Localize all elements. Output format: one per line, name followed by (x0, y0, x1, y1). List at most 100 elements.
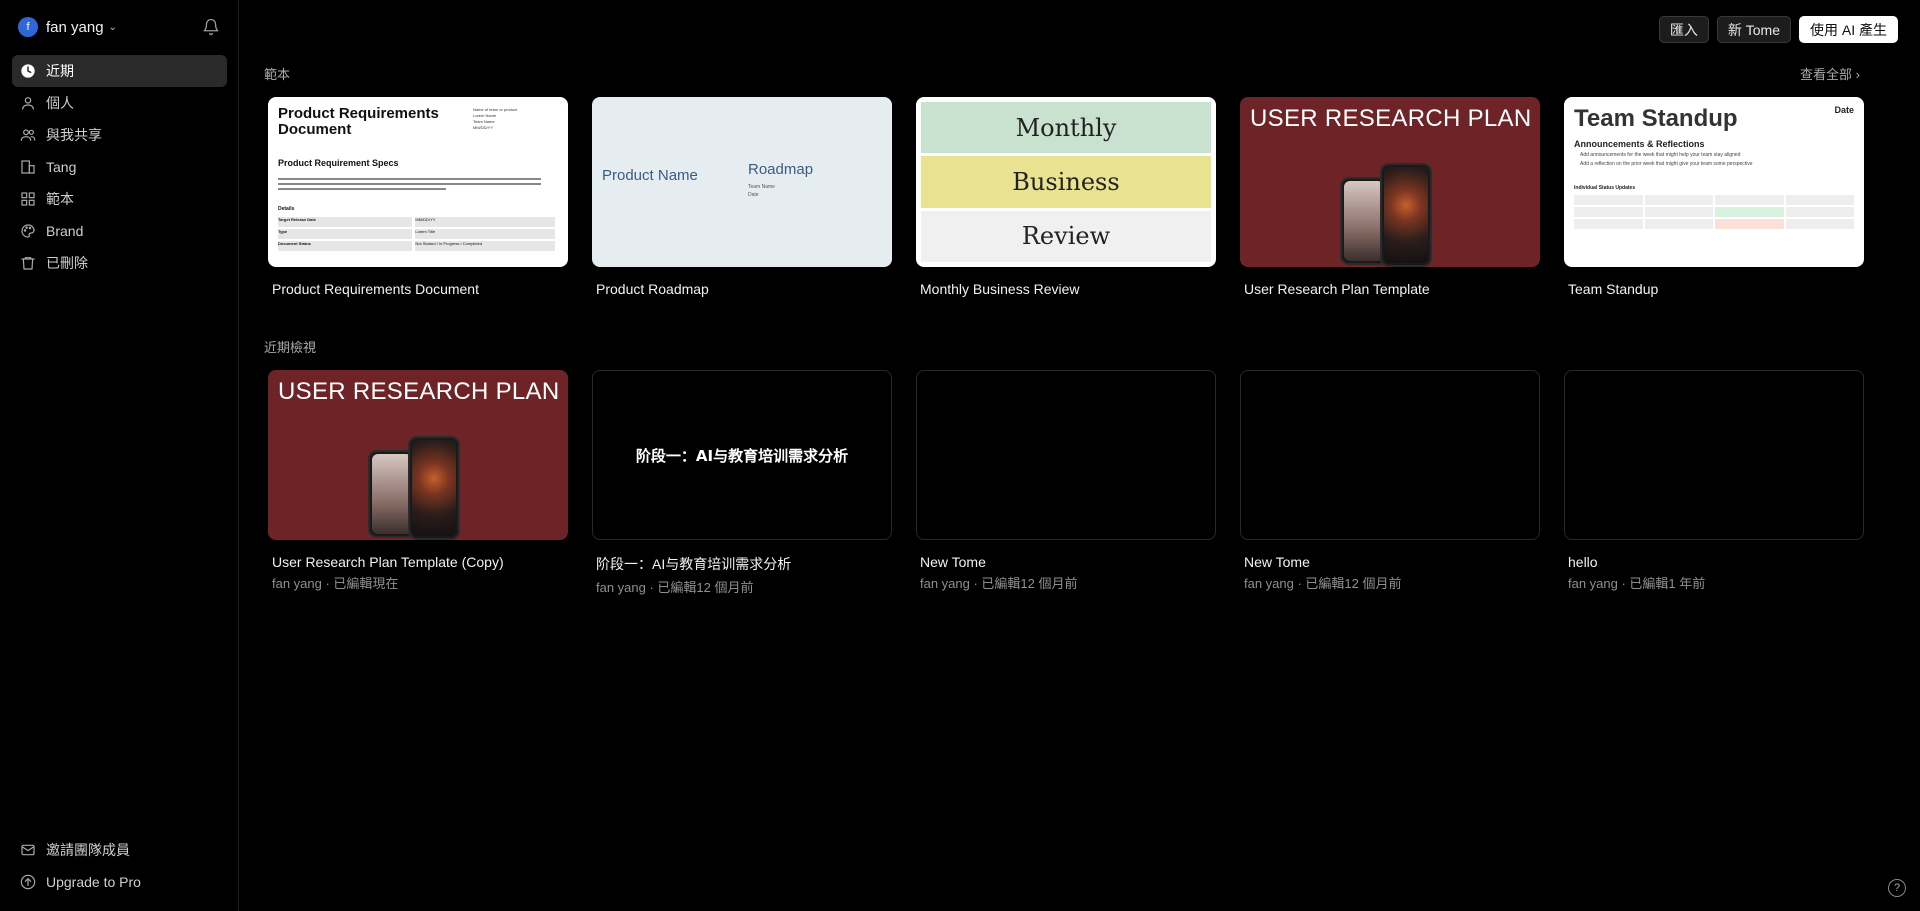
recent-card[interactable]: New Tome fan yang · 已編輯12 個月前 (916, 370, 1216, 596)
phone-image (1380, 163, 1432, 267)
thumb-meta: Name of team or product Lorem Name Team … (473, 107, 518, 130)
thumb-line: Review (921, 210, 1211, 262)
thumb-bullet: Add announcements for the week that migh… (1580, 152, 1741, 158)
recent-thumbnail (1564, 370, 1864, 540)
template-card[interactable]: Team Standup Date Announcements & Reflec… (1564, 97, 1864, 297)
template-title: Monthly Business Review (920, 281, 1080, 297)
toolbar: 匯入 新 Tome 使用 AI 產生 (1658, 16, 1898, 43)
sidebar-item-label: 範本 (46, 191, 74, 207)
trash-icon (21, 257, 35, 270)
upgrade-label: Upgrade to Pro (46, 874, 141, 890)
thumb-text: 阶段一：AI与教育培训需求分析 (635, 446, 849, 465)
thumb-heading: USER RESEARCH PLAN (1250, 105, 1532, 132)
thumb-subheading: Product Requirement Specs (278, 158, 399, 168)
import-button[interactable]: 匯入 (1658, 16, 1709, 43)
template-thumbnail: Product Requirements Document Name of te… (268, 97, 568, 267)
thumb-product-name: Product Name (602, 167, 698, 184)
template-title: Product Roadmap (596, 281, 709, 297)
thumb-heading: Product Requirements Document (278, 105, 439, 138)
sidebar: f fan yang ⌄ 近期 個人 與我共享 Tang 範本 Brand 已刪… (0, 0, 239, 911)
thumb-bullet: Add a reflection on the prior week that … (1580, 161, 1753, 167)
sidebar-item-label: 個人 (46, 95, 74, 111)
recent-thumbnail (1240, 370, 1540, 540)
thumb-details: Details (278, 206, 295, 212)
building-icon (21, 160, 35, 174)
recent-subtitle: fan yang · 已編輯1 年前 (1568, 576, 1706, 591)
thumb-heading: USER RESEARCH PLAN (278, 378, 560, 405)
recent-title: New Tome (920, 554, 986, 570)
sidebar-item-label: 近期 (46, 63, 74, 79)
template-title: User Research Plan Template (1244, 281, 1430, 297)
thumb-lines (278, 178, 558, 190)
thumb-subheading: Announcements & Reflections (1574, 139, 1705, 149)
sidebar-item-personal[interactable]: 個人 (12, 87, 227, 119)
recent-card[interactable]: New Tome fan yang · 已編輯12 個月前 (1240, 370, 1540, 596)
recent-subtitle: fan yang · 已編輯12 個月前 (596, 580, 754, 595)
recent-section-label: 近期檢視 (264, 340, 317, 355)
thumb-table: Target Release Date MM/DD/YY Type Lorem Ti… (278, 217, 558, 251)
recent-thumbnail: 阶段一：AI与教育培训需求分析 (592, 370, 892, 540)
bell-icon[interactable] (202, 18, 220, 36)
recent-title: hello (1568, 554, 1598, 570)
recent-title: 阶段一：AI与教育培训需求分析 (596, 556, 792, 572)
user-icon (22, 97, 34, 110)
invite-label: 邀請團隊成員 (46, 842, 130, 858)
phone-image (408, 436, 460, 540)
upgrade-button[interactable]: Upgrade to Pro (12, 866, 227, 898)
user-name: fan yang (46, 18, 104, 36)
clock-icon (21, 64, 35, 78)
sidebar-item-label: 與我共享 (46, 127, 102, 143)
help-icon[interactable]: ? (1888, 879, 1906, 897)
thumb-small: Team Name Date (748, 184, 775, 198)
chevron-down-icon: ⌄ (108, 21, 117, 33)
users-icon (20, 129, 36, 141)
thumb-table (1574, 195, 1854, 229)
template-card[interactable]: Monthly Business Review Monthly Business… (916, 97, 1216, 297)
invite-members-button[interactable]: 邀請團隊成員 (12, 834, 227, 866)
new-tome-button[interactable]: 新 Tome (1716, 16, 1791, 43)
avatar: f (18, 17, 38, 37)
templates-section-label: 範本 (264, 67, 291, 82)
grid-icon (21, 192, 35, 206)
recent-subtitle: fan yang · 已編輯現在 (272, 576, 399, 591)
recent-thumbnail (916, 370, 1216, 540)
recent-card[interactable]: hello fan yang · 已編輯1 年前 (1564, 370, 1864, 596)
template-thumbnail: Monthly Business Review (916, 97, 1216, 267)
template-card[interactable]: USER RESEARCH PLAN User Research Plan Te… (1240, 97, 1540, 297)
thumb-roadmap: Roadmap (748, 161, 814, 178)
template-card[interactable]: Product Name Roadmap Team Name Date Prod… (592, 97, 892, 297)
sidebar-item-label: 已刪除 (46, 255, 88, 271)
palette-icon (21, 224, 35, 238)
recent-subtitle: fan yang · 已編輯12 個月前 (920, 576, 1078, 591)
thumb-date: Date (1834, 105, 1854, 115)
templates-row: Product Requirements Document Name of te… (268, 97, 1864, 297)
user-menu[interactable]: f fan yang ⌄ (18, 17, 117, 37)
sidebar-bottom: 邀請團隊成員 Upgrade to Pro (12, 834, 227, 898)
recent-subtitle: fan yang · 已編輯12 個月前 (1244, 576, 1402, 591)
sidebar-item-brand[interactable]: Brand (12, 215, 227, 247)
recent-card[interactable]: USER RESEARCH PLAN User Research Plan Te… (268, 370, 568, 596)
sidebar-item-label: Tang (46, 159, 77, 175)
sidebar-nav: 近期 個人 與我共享 Tang 範本 Brand 已刪除 (12, 55, 227, 279)
sidebar-item-tang[interactable]: Tang (12, 151, 227, 183)
thumb-table-title: Individual Status Updates (1574, 185, 1636, 191)
thumb-heading: Team Standup (1574, 105, 1738, 132)
recent-card[interactable]: 阶段一：AI与教育培训需求分析 阶段一：AI与教育培训需求分析 fan yang… (592, 370, 892, 596)
thumb-line: Business (921, 156, 1211, 208)
recent-title: New Tome (1244, 554, 1310, 570)
recent-row: USER RESEARCH PLAN User Research Plan Te… (268, 370, 1864, 596)
template-card[interactable]: Product Requirements Document Name of te… (268, 97, 568, 297)
ai-generate-button[interactable]: 使用 AI 產生 (1798, 16, 1898, 43)
sidebar-item-label: Brand (46, 223, 84, 239)
sidebar-item-recent[interactable]: 近期 (12, 55, 227, 87)
sidebar-item-trash[interactable]: 已刪除 (12, 247, 227, 279)
sidebar-item-templates[interactable]: 範本 (12, 183, 227, 215)
recent-thumbnail: USER RESEARCH PLAN (268, 370, 568, 540)
sidebar-item-shared[interactable]: 與我共享 (12, 119, 227, 151)
template-thumbnail: Team Standup Date Announcements & Reflec… (1564, 97, 1864, 267)
arrow-up-circle-icon (20, 874, 36, 890)
template-thumbnail: Product Name Roadmap Team Name Date (592, 97, 892, 267)
template-title: Team Standup (1568, 281, 1659, 297)
see-all-link[interactable]: 查看全部 › (1800, 64, 1860, 83)
template-title: Product Requirements Document (272, 281, 479, 297)
